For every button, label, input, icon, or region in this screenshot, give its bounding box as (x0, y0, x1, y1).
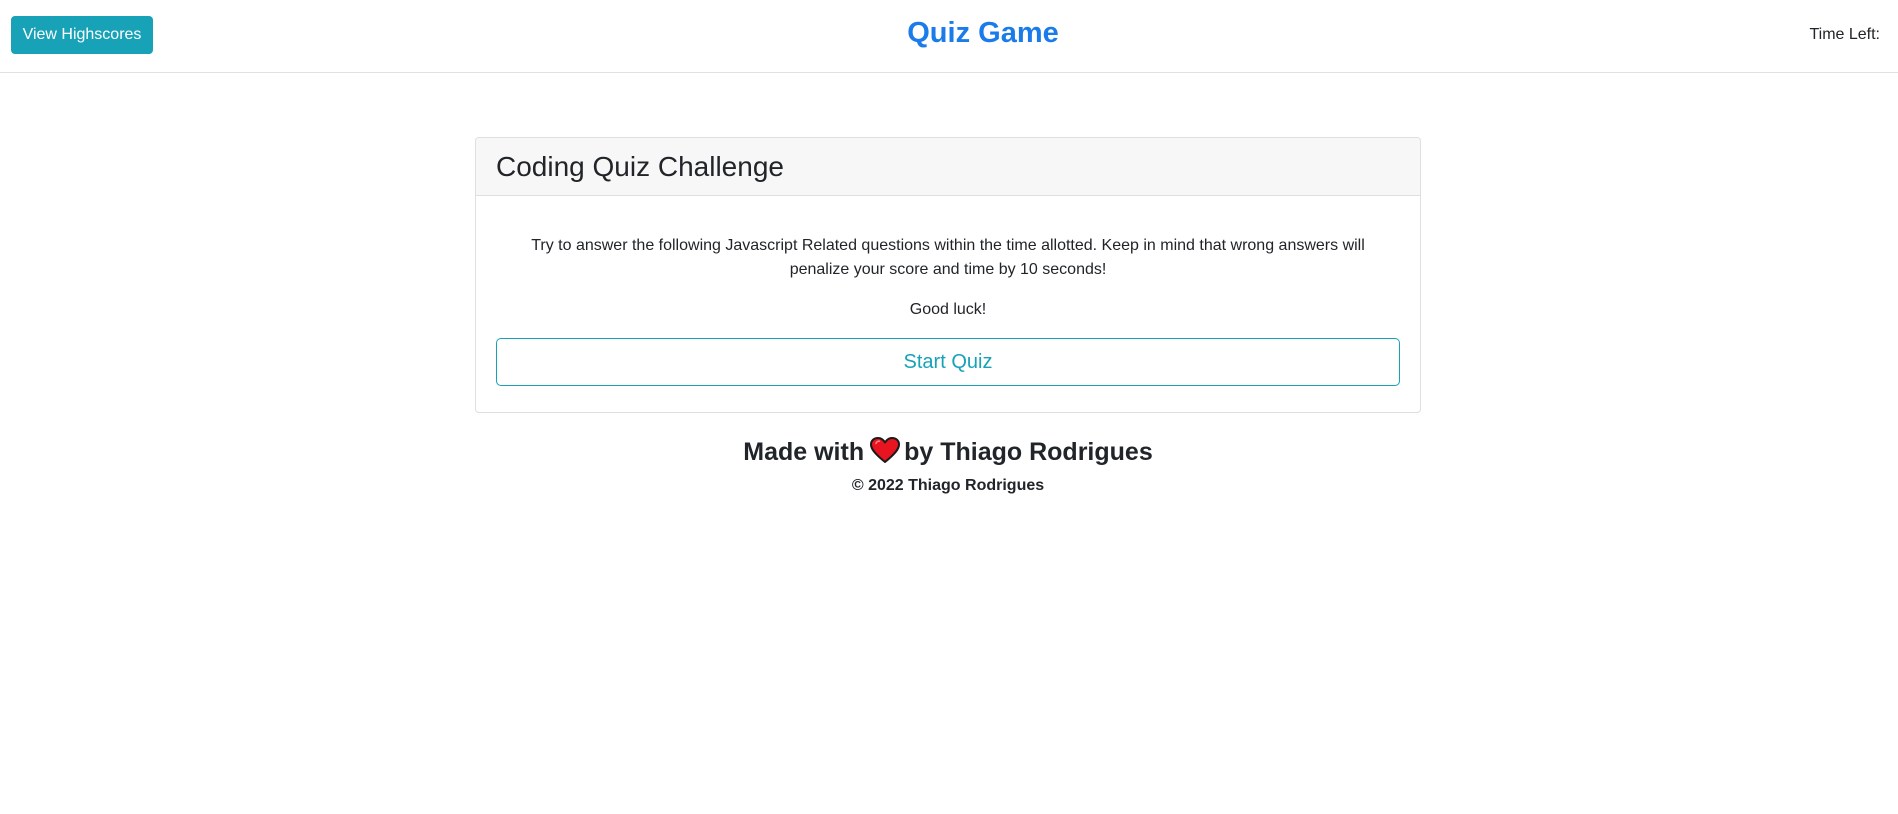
navbar: View Highscores Quiz Game Time Left: (0, 0, 1898, 73)
start-quiz-button[interactable]: Start Quiz (496, 338, 1400, 386)
quiz-instructions: Try to answer the following Javascript R… (531, 237, 1365, 278)
timer: Time Left: (1809, 24, 1884, 46)
card-body: Try to answer the following Javascript R… (476, 196, 1420, 406)
quiz-intro-card: Coding Quiz Challenge Try to answer the … (475, 137, 1421, 413)
timer-label: Time Left: (1809, 26, 1880, 43)
copyright: © 2022 Thiago Rodrigues (851, 477, 1045, 494)
made-with-prefix: Made with (743, 438, 865, 466)
card-title: Coding Quiz Challenge (496, 151, 784, 182)
page-title: Quiz Game (907, 17, 1059, 49)
made-with-line: Made with by Thiago Rodrigues (0, 436, 1896, 472)
made-with-suffix: by Thiago Rodrigues (904, 438, 1153, 466)
good-luck-text: Good luck! (909, 301, 987, 318)
card-header: Coding Quiz Challenge (476, 138, 1420, 196)
heart-icon (870, 437, 901, 472)
